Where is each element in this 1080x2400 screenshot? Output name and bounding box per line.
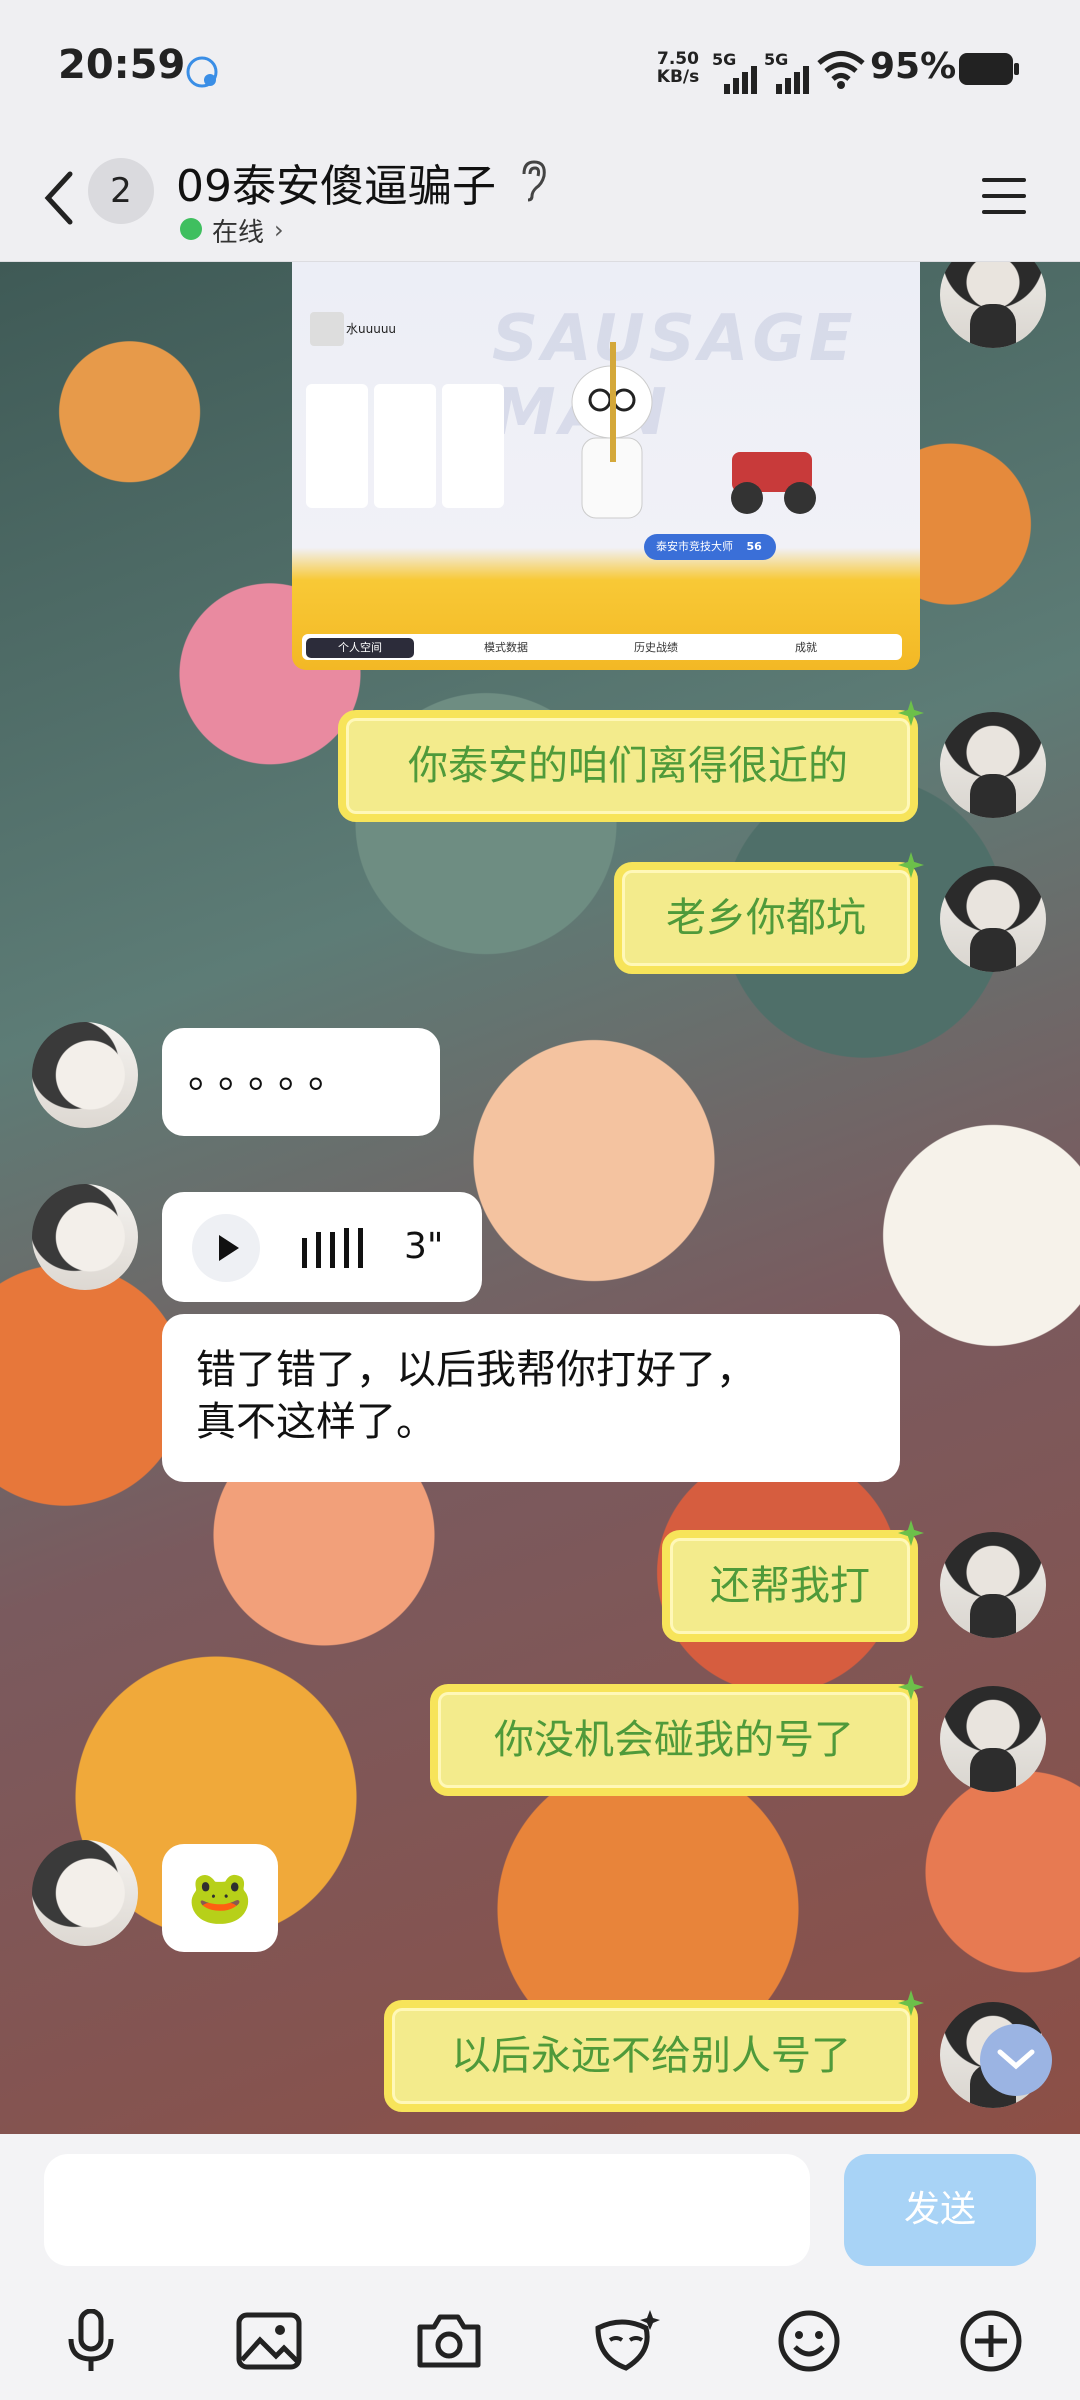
voice-message-bubble[interactable]: 3"	[162, 1192, 482, 1302]
my-avatar[interactable]	[940, 1532, 1046, 1638]
smiley-icon	[778, 2310, 840, 2372]
image-tab: 历史战绩	[634, 641, 678, 654]
unread-count-badge[interactable]: 2	[88, 158, 154, 224]
my-avatar[interactable]	[940, 866, 1046, 972]
ai-avatar-button[interactable]	[592, 2306, 662, 2376]
battery-percent: 95%	[870, 46, 957, 87]
chat-messages-area[interactable]: SAUSAGE MAN 水uuuuu 泰安市竞技大师 56 个人空间 模式数据 …	[0, 262, 1080, 2134]
image-tab: 成就	[795, 641, 817, 654]
camera-button[interactable]	[414, 2306, 484, 2376]
camera-icon	[417, 2314, 481, 2368]
voice-duration: 3"	[404, 1226, 444, 1267]
my-avatar[interactable]	[940, 1686, 1046, 1792]
input-bar: 发送	[0, 2134, 1080, 2400]
image-mode-card	[374, 384, 436, 508]
my-message-bubble[interactable]: 还帮我打	[662, 1530, 918, 1642]
scroll-to-bottom-button[interactable]	[980, 2024, 1052, 2096]
image-tab-bar: 个人空间 模式数据 历史战绩 成就	[302, 634, 902, 660]
image-profile-card	[306, 310, 506, 370]
cellular-signal-1-icon: 5G	[712, 50, 764, 94]
voice-input-button[interactable]	[56, 2306, 126, 2376]
plus-circle-icon	[960, 2310, 1022, 2372]
face-sparkle-icon	[595, 2310, 660, 2371]
gallery-button[interactable]	[234, 2306, 304, 2376]
chevron-right-icon: ›	[274, 216, 284, 244]
image-vehicle	[731, 452, 816, 514]
my-message-bubble[interactable]: 老乡你都坑	[614, 862, 918, 974]
image-mode-card	[306, 384, 368, 508]
chat-header: 2 09泰安傻逼骗子 在线 ›	[0, 140, 1080, 262]
image-player-name: 水uuuuu	[346, 322, 397, 336]
message-line: 真不这样了。	[196, 1399, 436, 1445]
wifi-icon	[817, 51, 865, 89]
my-avatar[interactable]	[940, 262, 1046, 348]
my-message-bubble[interactable]: 你没机会碰我的号了	[430, 1684, 918, 1796]
network-speed: 7.50 KB/s	[656, 49, 700, 87]
chevron-down-icon	[997, 2049, 1035, 2070]
image-character	[571, 342, 653, 519]
image-tab: 模式数据	[484, 641, 528, 654]
more-button[interactable]	[956, 2306, 1026, 2376]
contact-avatar[interactable]	[32, 1022, 138, 1128]
microphone-icon	[68, 2309, 114, 2371]
send-button[interactable]: 发送	[844, 2154, 1036, 2266]
menu-icon[interactable]	[976, 168, 1032, 224]
battery-icon	[959, 53, 1019, 85]
image-level-badge: 泰安市竞技大师 56	[644, 534, 776, 560]
status-bar: 20:59 7.50 KB/s 5G 5G 95%	[0, 0, 1080, 140]
my-message-bubble[interactable]: 你泰安的咱们离得很近的	[338, 710, 918, 822]
back-button[interactable]	[30, 160, 86, 236]
waveform-icon	[302, 1228, 363, 1268]
message-line: 错了错了，以后我帮你打好了，	[196, 1347, 756, 1393]
contact-avatar[interactable]	[32, 1184, 138, 1290]
image-mode-card	[442, 384, 504, 508]
my-avatar[interactable]	[940, 712, 1046, 818]
image-icon	[236, 2312, 302, 2370]
contact-message-bubble[interactable]: 错了错了，以后我帮你打好了， 真不这样了。	[162, 1314, 900, 1482]
app-notification-icon	[186, 56, 218, 88]
emoji-message-bubble[interactable]: 🐸	[162, 1844, 278, 1952]
image-tab: 个人空间	[306, 638, 414, 658]
contact-avatar[interactable]	[32, 1840, 138, 1946]
contact-message-bubble[interactable]: 。。。。。	[162, 1028, 440, 1136]
chevron-left-icon	[44, 171, 73, 225]
status-time: 20:59	[58, 42, 186, 88]
ear-icon[interactable]	[516, 158, 550, 202]
online-status[interactable]: 在线	[212, 212, 264, 249]
emoji-button[interactable]	[774, 2306, 844, 2376]
my-message-bubble[interactable]: 以后永远不给别人号了	[384, 2000, 918, 2112]
play-button[interactable]	[192, 1214, 260, 1282]
online-status-dot	[180, 218, 202, 240]
cellular-signal-2-icon: 5G	[764, 50, 816, 94]
chat-title[interactable]: 09泰安傻逼骗子	[176, 150, 496, 214]
message-input[interactable]	[44, 2154, 810, 2266]
play-icon	[219, 1235, 239, 1261]
image-message[interactable]: SAUSAGE MAN 水uuuuu 泰安市竞技大师 56 个人空间 模式数据 …	[292, 262, 920, 670]
